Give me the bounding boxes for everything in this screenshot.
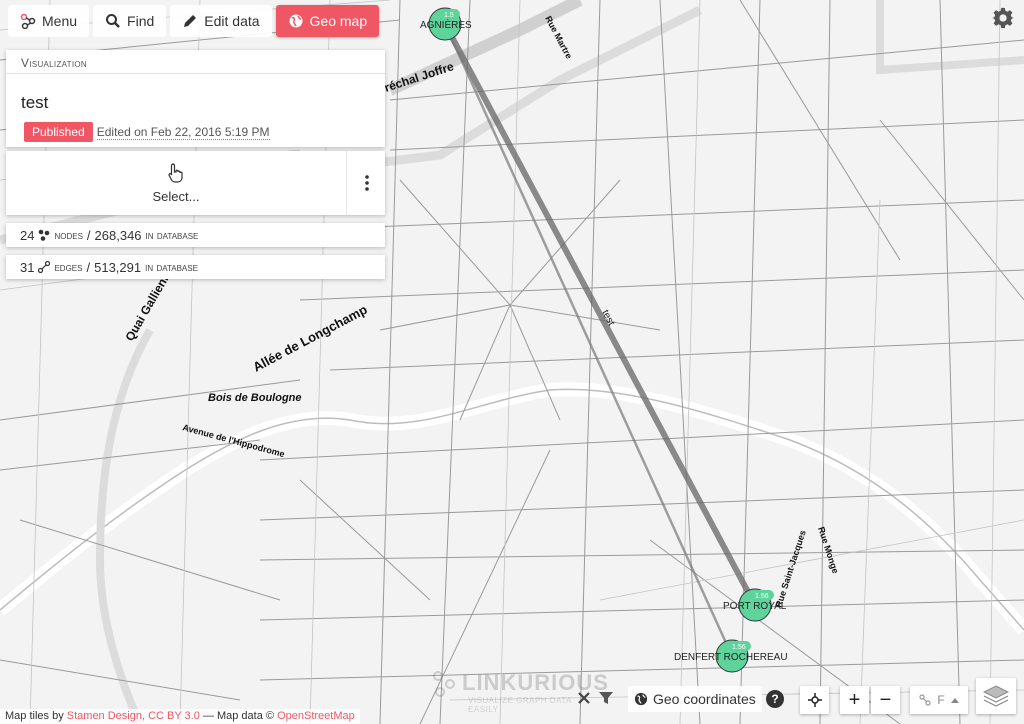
menu-button[interactable]: Menu — [8, 5, 90, 37]
edges-count-panel[interactable]: 31 edges / 513,291 in database — [6, 255, 385, 279]
find-label: Find — [127, 13, 155, 29]
select-tool-button[interactable]: Select... — [6, 151, 347, 215]
visualization-meta: Published Edited on Feb 22, 2016 5:19 PM — [6, 117, 385, 142]
select-panel: Select... — [6, 151, 385, 215]
nodes-count-panel[interactable]: 24 nodes / 268,346 in database — [6, 223, 385, 247]
crosshair-icon — [807, 693, 822, 707]
edges-icon — [38, 261, 51, 273]
geo-coordinates-control[interactable]: Geo coordinates — [628, 686, 762, 712]
attribution-middle: — Map data © — [202, 710, 275, 722]
filter-icon[interactable] — [598, 690, 614, 706]
edges-label: edges — [54, 260, 83, 274]
edges-count: 31 — [20, 259, 35, 275]
layout-label: F — [937, 693, 945, 707]
attribution-prefix: Map tiles by — [5, 710, 64, 722]
edit-data-button[interactable]: Edit data — [170, 5, 272, 37]
menu-label: Menu — [42, 13, 78, 29]
top-toolbar: Menu Find Edit data Geo map — [8, 4, 380, 38]
visualization-panel: Visualization test Published Edited on F… — [6, 50, 385, 147]
locate-button[interactable] — [800, 686, 829, 714]
pencil-icon — [184, 15, 197, 27]
more-vertical-icon — [364, 175, 369, 191]
node-label: DENFERT ROCHEREAU — [674, 652, 788, 663]
layout-graph-icon — [919, 694, 931, 706]
published-badge: Published — [24, 122, 93, 142]
node-label: AGNIÈRES — [420, 18, 472, 31]
geo-map-button[interactable]: Geo map — [275, 5, 380, 37]
visualization-header: Visualization — [6, 50, 385, 74]
stamen-link[interactable]: Stamen Design, CC BY 3.0 — [67, 710, 200, 722]
edges-in-database: in database — [145, 260, 198, 274]
globe-icon — [289, 14, 303, 28]
geo-map-label: Geo map — [309, 13, 368, 29]
help-button[interactable]: ? — [766, 690, 784, 708]
map-tools — [576, 690, 614, 706]
layout-button[interactable]: F — [910, 686, 968, 714]
select-label: Select... — [152, 188, 200, 204]
geo-coordinates-label: Geo coordinates — [653, 691, 756, 707]
layers-icon — [983, 685, 1009, 707]
edges-total: 513,291 — [94, 259, 142, 275]
nodes-total: 268,346 — [94, 227, 142, 243]
edit-data-label: Edit data — [204, 13, 260, 29]
clear-icon[interactable] — [576, 690, 592, 706]
find-button[interactable]: Find — [93, 5, 167, 37]
caret-up-icon — [950, 698, 959, 703]
linkurious-logo-icon — [433, 671, 455, 697]
separator: / — [86, 227, 91, 243]
search-icon — [106, 14, 120, 28]
zoom-in-button[interactable]: + — [840, 686, 869, 714]
node-label: PORT ROYAL — [723, 601, 787, 612]
more-options-button[interactable] — [348, 151, 385, 215]
globe-icon — [634, 692, 648, 706]
gear-icon[interactable] — [992, 7, 1014, 29]
watermark-tagline: VISUALIZE GRAPH DATA EASILY — [468, 696, 572, 714]
nodes-label: nodes — [54, 228, 83, 242]
edited-timestamp: Edited on Feb 22, 2016 5:19 PM — [96, 124, 270, 140]
node-badge: 1.56 — [755, 593, 769, 600]
linkurious-watermark: LINKURIOUS VISUALIZE GRAPH DATA EASILY — [432, 670, 608, 714]
graph-icon — [20, 13, 36, 29]
nodes-in-database: in database — [145, 228, 199, 242]
map-attribution: Map tiles by Stamen Design, CC BY 3.0 — … — [0, 709, 360, 724]
street-label-bois-boulogne: Bois de Boulogne — [208, 392, 302, 404]
zoom-out-button[interactable]: − — [871, 686, 900, 714]
node-badge: 1.56 — [732, 644, 746, 651]
nodes-count: 24 — [20, 227, 35, 243]
separator: / — [86, 259, 91, 275]
layers-button[interactable] — [976, 678, 1016, 714]
pointer-hand-icon — [168, 162, 183, 183]
visualization-title[interactable]: test — [6, 74, 385, 117]
nodes-icon — [39, 229, 50, 241]
osm-link[interactable]: OpenStreetMap — [277, 710, 355, 722]
node-badge: 1.5 — [444, 12, 454, 19]
